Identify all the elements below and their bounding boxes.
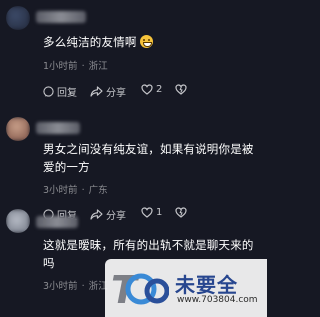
dislike-button[interactable] <box>175 84 187 95</box>
reply-button[interactable]: 回复 <box>43 84 77 99</box>
emoji-icon <box>140 35 154 48</box>
username[interactable] <box>36 122 80 134</box>
like-button[interactable]: 2 <box>141 84 162 95</box>
heart-icon <box>141 84 153 95</box>
meta-separator: · <box>81 61 85 72</box>
comment-location: 广东 <box>88 185 108 196</box>
like-count: 2 <box>156 84 163 95</box>
avatar[interactable] <box>6 209 30 233</box>
heart-icon <box>141 207 153 218</box>
comment-meta: 1小时前 · 浙江 <box>43 58 108 72</box>
like-button[interactable]: 1 <box>141 207 162 218</box>
comment-time: 3小时前 <box>43 281 78 292</box>
reply-label: 回复 <box>57 88 77 99</box>
dislike-button[interactable] <box>175 207 187 218</box>
svg-text:T: T <box>111 268 140 311</box>
comment-actions: 回复 分享 2 <box>43 84 267 100</box>
avatar[interactable] <box>6 6 30 30</box>
share-button[interactable]: 分享 <box>90 84 126 99</box>
share-label: 分享 <box>106 88 126 99</box>
comment-time: 1小时前 <box>43 61 78 72</box>
share-label: 分享 <box>106 211 126 222</box>
share-icon <box>90 209 103 220</box>
watermark-name: 未要全 <box>175 273 238 297</box>
share-icon <box>90 86 103 97</box>
avatar[interactable] <box>6 117 30 141</box>
username[interactable] <box>36 216 78 228</box>
comment-text: 男女之间没有纯友谊，如果有说明你是被爱的一方 <box>43 142 254 174</box>
comment-location: 浙江 <box>88 61 108 72</box>
comment-meta: 3小时前 · 广东 <box>43 182 108 196</box>
watermark-logo-icon: T <box>111 268 169 311</box>
watermark-url: www.703804.com <box>177 295 258 305</box>
reply-icon <box>43 86 54 97</box>
dislike-icon <box>175 84 187 95</box>
meta-separator: · <box>81 185 85 196</box>
comment-time: 3小时前 <box>43 185 78 196</box>
comment-text-body: 多么纯洁的友情啊 <box>43 35 137 49</box>
meta-separator: · <box>81 281 85 292</box>
comment-meta: 3小时前 · 浙江 <box>43 278 108 292</box>
watermark: T 未要全 www.703804.com <box>105 259 267 317</box>
share-button[interactable]: 分享 <box>90 207 126 222</box>
comment-text: 多么纯洁的友情啊 <box>43 33 257 51</box>
username[interactable] <box>36 11 86 23</box>
dislike-icon <box>175 207 187 218</box>
like-count: 1 <box>156 207 163 218</box>
